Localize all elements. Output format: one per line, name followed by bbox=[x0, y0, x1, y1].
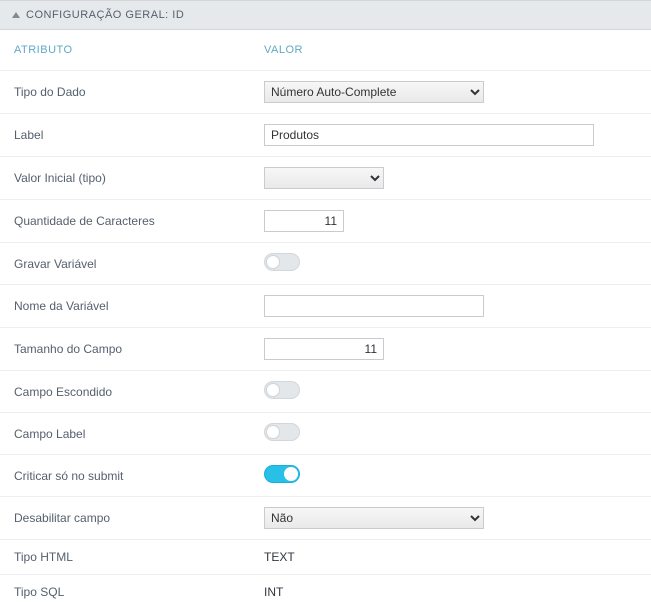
label-disable-field: Desabilitar campo bbox=[0, 497, 250, 540]
toggle-hidden-field[interactable] bbox=[264, 381, 300, 399]
label-data-type: Tipo do Dado bbox=[0, 71, 250, 114]
col-value: VALOR bbox=[250, 30, 651, 71]
row-save-var: Gravar Variável bbox=[0, 243, 651, 285]
label-html-type: Tipo HTML bbox=[0, 540, 250, 575]
input-label[interactable] bbox=[264, 124, 594, 146]
toggle-label-field[interactable] bbox=[264, 423, 300, 441]
panel-title: CONFIGURAÇÃO GERAL: ID bbox=[26, 9, 184, 21]
label-field-size: Tamanho do Campo bbox=[0, 328, 250, 371]
row-char-qty: Quantidade de Caracteres bbox=[0, 200, 651, 243]
input-var-name[interactable] bbox=[264, 295, 484, 317]
label-save-var: Gravar Variável bbox=[0, 243, 250, 285]
row-sql-type: Tipo SQL INT bbox=[0, 575, 651, 609]
config-table: ATRIBUTO VALOR Tipo do Dado Número Auto-… bbox=[0, 30, 651, 609]
collapse-icon bbox=[12, 12, 20, 18]
input-field-size[interactable] bbox=[264, 338, 384, 360]
select-disable-field[interactable]: Não bbox=[264, 507, 484, 529]
row-initial-value: Valor Inicial (tipo) bbox=[0, 157, 651, 200]
label-label: Label bbox=[0, 114, 250, 157]
select-data-type[interactable]: Número Auto-Complete bbox=[264, 81, 484, 103]
panel-header[interactable]: CONFIGURAÇÃO GERAL: ID bbox=[0, 0, 651, 30]
row-label: Label bbox=[0, 114, 651, 157]
col-attribute: ATRIBUTO bbox=[0, 30, 250, 71]
value-sql-type: INT bbox=[250, 575, 651, 609]
row-label-field: Campo Label bbox=[0, 413, 651, 455]
row-html-type: Tipo HTML TEXT bbox=[0, 540, 651, 575]
label-char-qty: Quantidade de Caracteres bbox=[0, 200, 250, 243]
label-initial-value: Valor Inicial (tipo) bbox=[0, 157, 250, 200]
label-var-name: Nome da Variável bbox=[0, 285, 250, 328]
row-data-type: Tipo do Dado Número Auto-Complete bbox=[0, 71, 651, 114]
row-field-size: Tamanho do Campo bbox=[0, 328, 651, 371]
value-html-type: TEXT bbox=[250, 540, 651, 575]
toggle-validate-submit[interactable]: ✓ bbox=[264, 465, 300, 483]
row-var-name: Nome da Variável bbox=[0, 285, 651, 328]
input-char-qty[interactable] bbox=[264, 210, 344, 232]
row-validate-submit: Criticar só no submit ✓ bbox=[0, 455, 651, 497]
select-initial-value[interactable] bbox=[264, 167, 384, 189]
toggle-save-var[interactable] bbox=[264, 253, 300, 271]
label-hidden-field: Campo Escondido bbox=[0, 371, 250, 413]
label-validate-submit: Criticar só no submit bbox=[0, 455, 250, 497]
row-hidden-field: Campo Escondido bbox=[0, 371, 651, 413]
label-label-field: Campo Label bbox=[0, 413, 250, 455]
label-sql-type: Tipo SQL bbox=[0, 575, 250, 609]
row-disable-field: Desabilitar campo Não bbox=[0, 497, 651, 540]
